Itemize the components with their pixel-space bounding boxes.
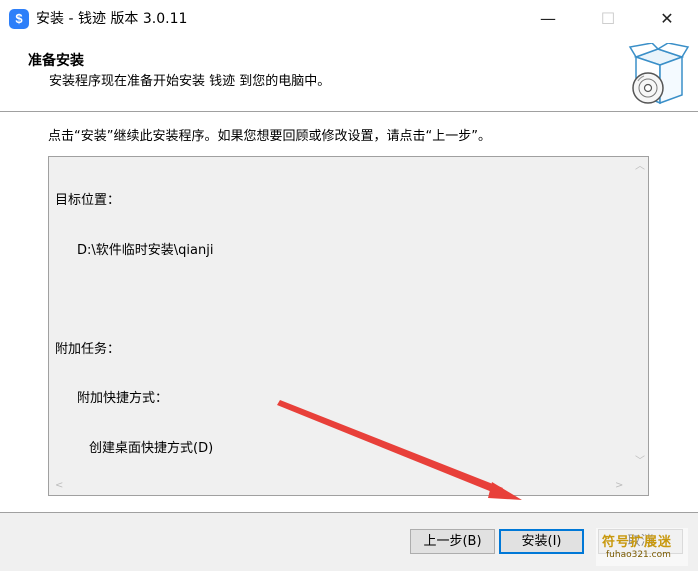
vertical-scrollbar[interactable]: ︿ ﹀ (631, 157, 648, 478)
app-icon: $ (9, 9, 29, 29)
minimize-button[interactable]: — (525, 0, 571, 38)
back-button[interactable]: 上一步(B) (410, 529, 495, 554)
close-button[interactable]: ✕ (644, 0, 690, 38)
wizard-content: 点击“安装”继续此安装程序。如果您想要回顾或修改设置，请点击“上一步”。 目标位… (0, 112, 698, 512)
install-package-icon (628, 43, 690, 105)
instruction-text: 点击“安装”继续此安装程序。如果您想要回顾或修改设置，请点击“上一步”。 (48, 129, 491, 144)
horizontal-scrollbar[interactable]: < > (49, 478, 631, 495)
watermark-url: fuhao321.com (606, 550, 671, 560)
page-subtitle: 安装程序现在准备开始安装 钱迹 到您的电脑中。 (49, 74, 331, 89)
wizard-header: 准备安装 安装程序现在准备开始安装 钱迹 到您的电脑中。 (0, 38, 698, 111)
memo-line-tasks-label: 附加任务： (55, 341, 121, 357)
window-title: 安装 - 钱迹 版本 3.0.11 (36, 11, 188, 27)
page-title: 准备安装 (28, 53, 84, 69)
scroll-right-icon[interactable]: > (615, 481, 623, 491)
site-watermark: 符号扩展迷 fuhao321.com (596, 528, 688, 566)
scroll-left-icon[interactable]: < (55, 481, 63, 491)
memo-line-destination-label: 目标位置： (55, 193, 121, 208)
ready-memo-box[interactable]: 目标位置： D:\软件临时安装\qianji 附加任务： 附加快捷方式： 创建桌… (48, 156, 649, 496)
memo-text: 目标位置： D:\软件临时安装\qianji 附加任务： 附加快捷方式： 创建桌… (55, 160, 213, 490)
install-button[interactable]: 安装(I) (499, 529, 584, 554)
scroll-up-icon[interactable]: ︿ (635, 162, 645, 172)
maximize-button[interactable]: ☐ (585, 0, 631, 38)
memo-line-desktop-shortcut: 创建桌面快捷方式(D) (89, 440, 214, 456)
memo-line-shortcuts-label: 附加快捷方式： (77, 391, 169, 406)
wizard-footer: 上一步(B) 安装(I) 取消 (0, 513, 698, 571)
memo-blank-line (55, 292, 213, 309)
title-bar: $ 安装 - 钱迹 版本 3.0.11 — ☐ ✕ (0, 0, 698, 38)
memo-line-destination-path: D:\软件临时安装\qianji (77, 242, 214, 258)
scroll-down-icon[interactable]: ﹀ (635, 457, 645, 467)
watermark-text: 符号扩展迷 (602, 535, 673, 550)
